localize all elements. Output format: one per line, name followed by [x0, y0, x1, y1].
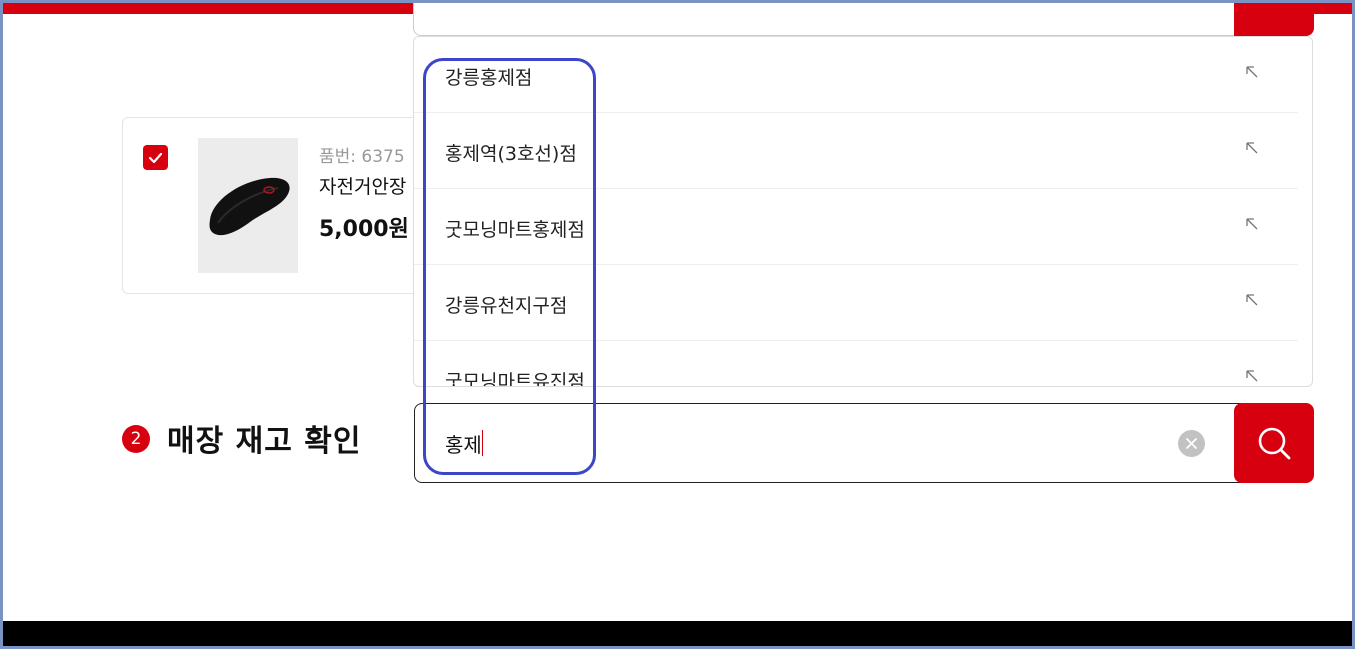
section-title: 매장 재고 확인 [167, 424, 362, 459]
search-button[interactable] [1234, 403, 1314, 483]
checkmark-icon [148, 152, 163, 164]
product-name: 자전거안장 [319, 176, 407, 198]
clear-x-icon [1186, 438, 1197, 449]
product-thumbnail[interactable] [198, 138, 298, 273]
arrow-up-left-icon [1246, 370, 1258, 382]
arrow-up-left-icon [1246, 294, 1258, 306]
product-code: 품번: 6375 [319, 147, 405, 167]
top-search-field-edge[interactable] [413, 0, 1313, 36]
product-checkbox[interactable] [143, 145, 168, 170]
step-number-badge: 2 [122, 425, 150, 453]
bicycle-saddle-cover-image [209, 177, 290, 236]
top-search-button-edge[interactable] [1234, 0, 1314, 36]
clear-search-button[interactable] [1178, 430, 1205, 457]
product-price: 5,000원 [319, 217, 409, 242]
bottom-bar [0, 621, 1355, 649]
arrow-up-left-icon [1246, 66, 1258, 78]
arrow-up-left-icon [1246, 142, 1258, 154]
arrow-up-left-icon [1246, 218, 1258, 230]
highlight-annotation-box [423, 58, 596, 475]
search-icon [1258, 427, 1291, 460]
